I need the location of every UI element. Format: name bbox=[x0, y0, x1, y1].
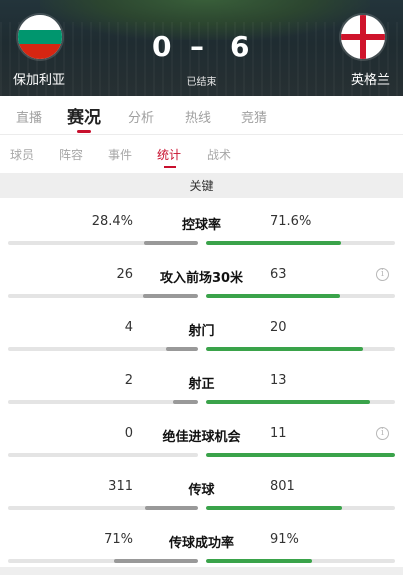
tab-live[interactable]: 直播 bbox=[16, 107, 42, 126]
stat-label: 控球率 bbox=[181, 218, 221, 233]
stat-away-value: 11 bbox=[270, 426, 287, 441]
stat-label: 射门 bbox=[188, 324, 215, 339]
stat-away-value: 13 bbox=[270, 373, 287, 388]
away-bar-fill bbox=[206, 400, 370, 404]
stat-row-possession: 28.4% 控球率 71.6% bbox=[0, 214, 403, 267]
stat-row-shots-on-target: 2 射正 13 bbox=[0, 373, 403, 426]
away-bar-fill bbox=[206, 347, 364, 351]
stat-away-value: 63 bbox=[270, 267, 287, 282]
england-flag-icon[interactable] bbox=[341, 15, 385, 59]
stat-away-value: 20 bbox=[270, 320, 287, 335]
bulgaria-flag-icon[interactable] bbox=[18, 15, 62, 59]
home-bar-track bbox=[8, 294, 198, 298]
subtab-events[interactable]: 事件 bbox=[108, 146, 132, 163]
away-bar-track bbox=[206, 506, 395, 510]
home-bar-fill bbox=[144, 241, 198, 245]
info-icon[interactable]: i bbox=[376, 268, 389, 281]
subtab-lineup[interactable]: 阵容 bbox=[59, 146, 83, 163]
home-bar-track bbox=[8, 241, 198, 245]
home-bar-track bbox=[8, 400, 198, 404]
stat-row-passes: 311 传球 801 bbox=[0, 479, 403, 532]
home-bar-fill bbox=[166, 347, 198, 351]
away-score: 6 bbox=[230, 30, 250, 63]
subtab-stats[interactable]: 统计 bbox=[157, 146, 181, 163]
match-detail-panel: 直播 赛况 分析 热线 竞猜 球员 阵容 事件 统计 战术 关键 28.4% 控… bbox=[0, 96, 403, 575]
subtab-indicator bbox=[164, 166, 176, 168]
stat-label: 射正 bbox=[188, 377, 215, 392]
away-bar-track bbox=[206, 559, 395, 563]
stat-row-shots: 4 射门 20 bbox=[0, 320, 403, 373]
home-bar-fill bbox=[142, 294, 198, 298]
away-bar-fill bbox=[206, 453, 395, 457]
match-header: 保加利亚 英格兰 0 – 6 已结束 bbox=[0, 0, 403, 96]
divider bbox=[0, 134, 403, 135]
section-title: 关键 bbox=[189, 179, 214, 193]
home-bar-track bbox=[8, 347, 198, 351]
away-bar-track bbox=[206, 241, 395, 245]
tab-analysis[interactable]: 分析 bbox=[128, 107, 154, 126]
stat-away-value: 71.6% bbox=[270, 214, 312, 229]
stat-away-value: 91% bbox=[270, 532, 299, 547]
away-bar-fill bbox=[206, 506, 343, 510]
stat-label: 传球 bbox=[188, 483, 215, 498]
home-bar-fill bbox=[144, 506, 198, 510]
away-bar-fill bbox=[206, 559, 312, 563]
away-bar-track bbox=[206, 347, 395, 351]
home-bar-fill bbox=[114, 559, 198, 563]
home-bar-track bbox=[8, 453, 198, 457]
score-separator: – bbox=[190, 30, 204, 63]
tab-match-status[interactable]: 赛况 bbox=[67, 103, 101, 128]
subtab-players[interactable]: 球员 bbox=[10, 146, 34, 163]
stat-row-final-third-entries: 26 攻入前场30米 63 i bbox=[0, 267, 403, 320]
stat-away-value: 801 bbox=[270, 479, 295, 494]
away-bar-fill bbox=[206, 241, 342, 245]
away-bar-track bbox=[206, 294, 395, 298]
main-tab-indicator bbox=[77, 130, 91, 133]
stat-row-big-chances: 0 绝佳进球机会 11 i bbox=[0, 426, 403, 479]
away-bar-fill bbox=[206, 294, 340, 298]
bottom-divider bbox=[0, 567, 403, 575]
stat-label: 攻入前场30米 bbox=[159, 271, 244, 286]
info-icon[interactable]: i bbox=[376, 427, 389, 440]
subtab-tactics[interactable]: 战术 bbox=[207, 146, 231, 163]
match-status: 已结束 bbox=[186, 77, 217, 88]
tab-quiz[interactable]: 竞猜 bbox=[241, 107, 267, 126]
stat-label: 传球成功率 bbox=[168, 536, 234, 551]
home-bar-track bbox=[8, 559, 198, 563]
stat-label: 绝佳进球机会 bbox=[162, 430, 241, 445]
home-bar-fill bbox=[172, 400, 198, 404]
section-header: 关键 bbox=[0, 173, 403, 198]
away-bar-track bbox=[206, 453, 395, 457]
tab-hotline[interactable]: 热线 bbox=[185, 107, 211, 126]
home-bar-track bbox=[8, 506, 198, 510]
away-bar-track bbox=[206, 400, 395, 404]
main-tab-bar: 直播 赛况 分析 热线 竞猜 bbox=[0, 96, 403, 134]
home-score: 0 bbox=[152, 30, 172, 63]
